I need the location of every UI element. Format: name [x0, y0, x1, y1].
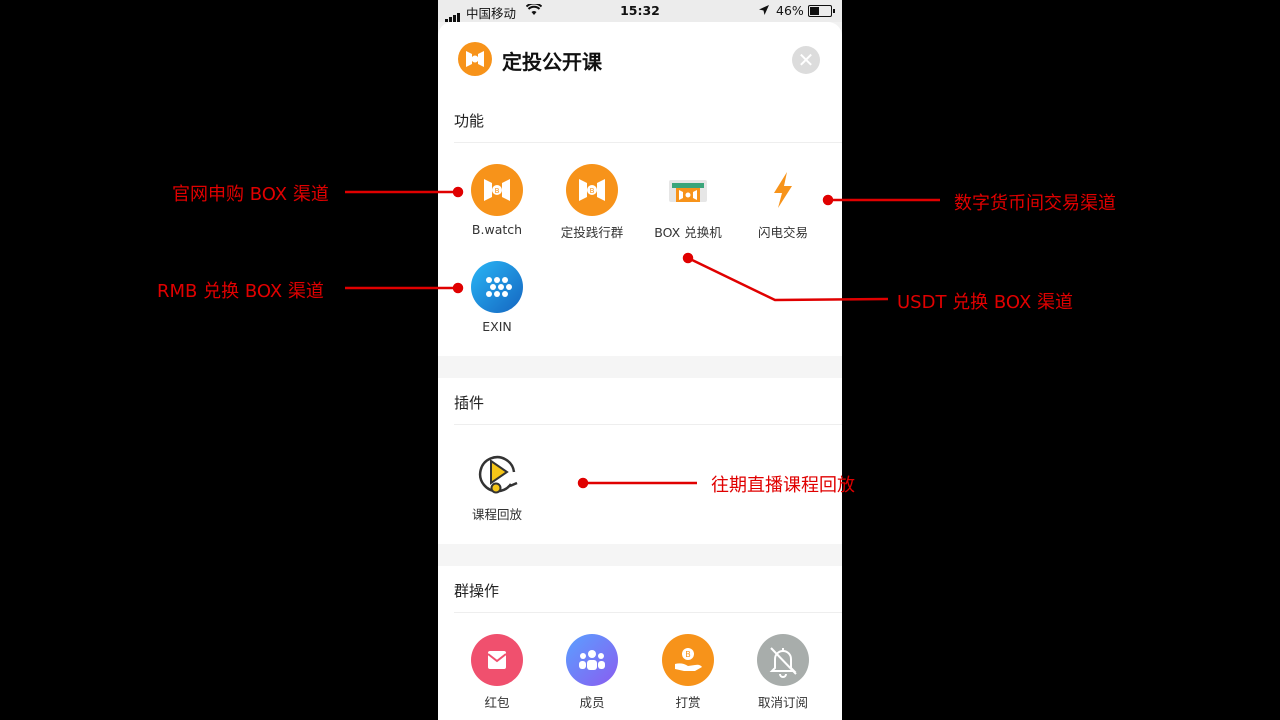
annotation-flash-trade: 数字货币间交易渠道 [954, 193, 1116, 214]
annotation-dot-replay [577, 477, 589, 489]
annotation-box-exchanger: USDT 兑换 BOX 渠道 [897, 292, 1074, 313]
annotation-lines [345, 186, 940, 489]
annotation-dot-box-exchanger [682, 252, 694, 264]
annotation-line-box-exchanger [687, 256, 889, 302]
annotation-dot-flash [822, 194, 834, 206]
annotation-replay: 往期直播课程回放 [711, 475, 855, 496]
annotation-dot-bwatch [452, 186, 464, 198]
annotation-exin: RMB 兑换 BOX 渠道 [157, 281, 324, 302]
annotation-bwatch: 官网申购 BOX 渠道 [172, 184, 329, 205]
annotation-dot-exin [452, 282, 464, 294]
